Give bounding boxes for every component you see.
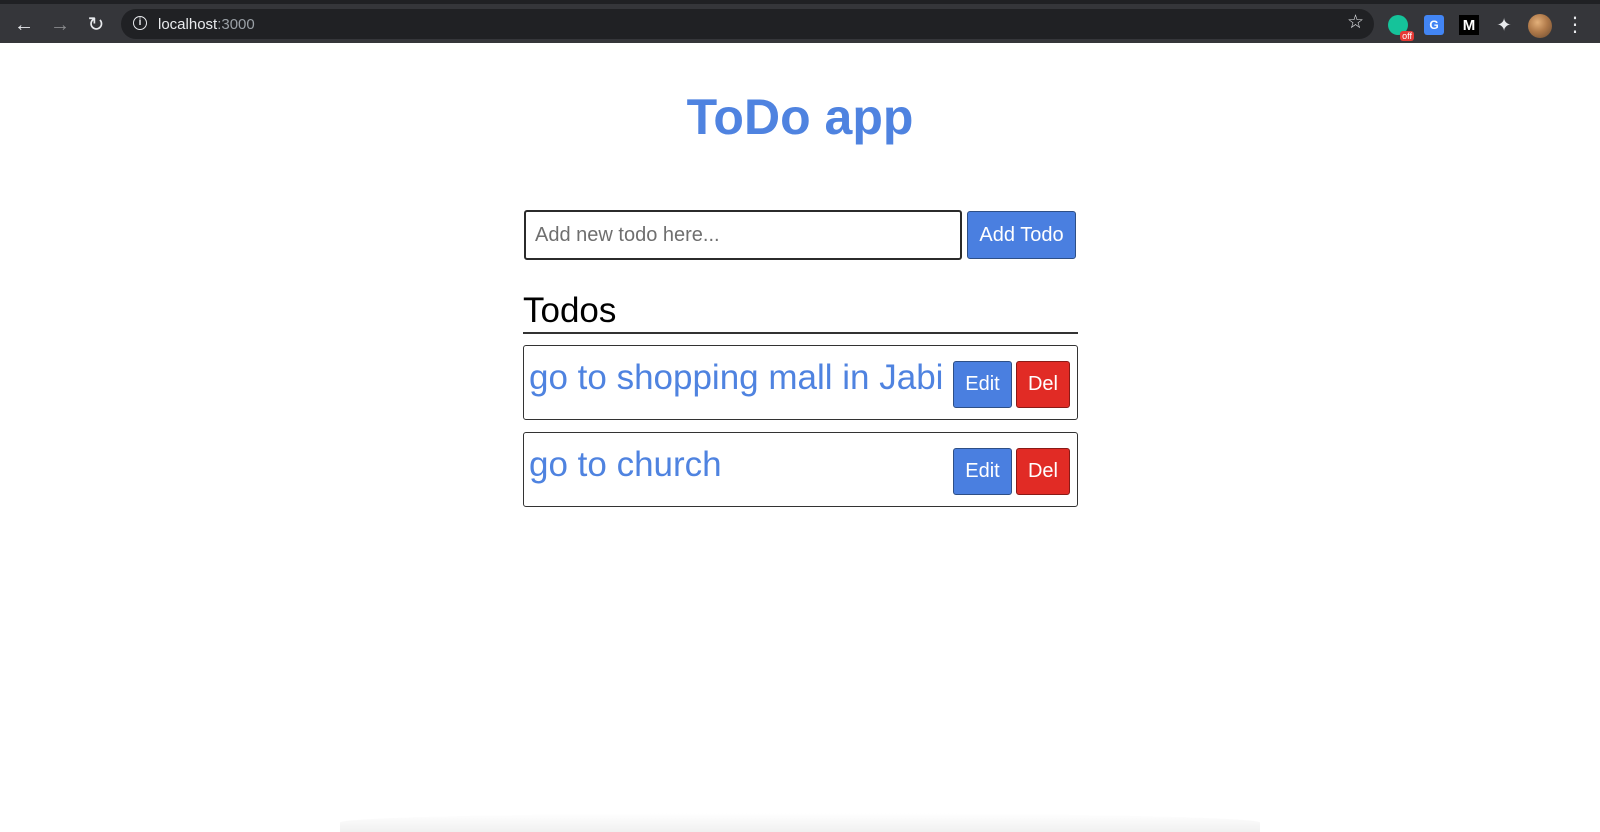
edit-button[interactable]: Edit bbox=[953, 448, 1012, 495]
browser-toolbar: ← → ↻ i localhost:3000 ☆ off G M ✦ ⋮ bbox=[0, 0, 1600, 43]
address-bar[interactable]: i localhost:3000 ☆ bbox=[121, 9, 1374, 39]
todos-divider bbox=[523, 332, 1078, 334]
bottom-shadow bbox=[340, 813, 1260, 832]
delete-button[interactable]: Del bbox=[1016, 448, 1070, 495]
url-host: localhost bbox=[158, 16, 218, 33]
kebab-menu-icon[interactable]: ⋮ bbox=[1565, 13, 1585, 37]
todo-item: go to church Edit Del bbox=[523, 432, 1078, 507]
forward-arrow-icon[interactable]: → bbox=[48, 13, 72, 37]
google-translate-label: G bbox=[1429, 18, 1439, 32]
todo-text: go to church bbox=[529, 445, 722, 484]
edit-button[interactable]: Edit bbox=[953, 361, 1012, 408]
add-todo-form: Add Todo bbox=[524, 210, 1078, 260]
bookmark-star-icon[interactable]: ☆ bbox=[1347, 13, 1364, 32]
grammarly-badge: off bbox=[1400, 31, 1414, 41]
profile-avatar[interactable] bbox=[1528, 14, 1552, 38]
grammarly-icon[interactable]: off bbox=[1388, 15, 1414, 41]
info-icon[interactable]: i bbox=[133, 16, 147, 30]
page-content: ToDo app Add Todo Todos go to shopping m… bbox=[0, 43, 1600, 832]
medium-icon[interactable]: M bbox=[1459, 15, 1479, 35]
add-todo-button[interactable]: Add Todo bbox=[967, 211, 1076, 259]
url-text[interactable]: localhost:3000 bbox=[158, 16, 255, 33]
delete-button[interactable]: Del bbox=[1016, 361, 1070, 408]
todos-heading: Todos bbox=[523, 291, 617, 330]
todo-item: go to shopping mall in Jabi Edit Del bbox=[523, 345, 1078, 420]
extensions-puzzle-icon[interactable]: ✦ bbox=[1494, 15, 1514, 35]
todo-text: go to shopping mall in Jabi bbox=[529, 358, 944, 397]
reload-icon[interactable]: ↻ bbox=[84, 13, 108, 37]
todo-input[interactable] bbox=[524, 210, 962, 260]
medium-label: M bbox=[1462, 16, 1476, 34]
back-arrow-icon[interactable]: ← bbox=[12, 13, 36, 37]
app-title: ToDo app bbox=[686, 89, 914, 145]
google-translate-icon[interactable]: G bbox=[1424, 15, 1444, 35]
url-port: :3000 bbox=[217, 16, 255, 33]
